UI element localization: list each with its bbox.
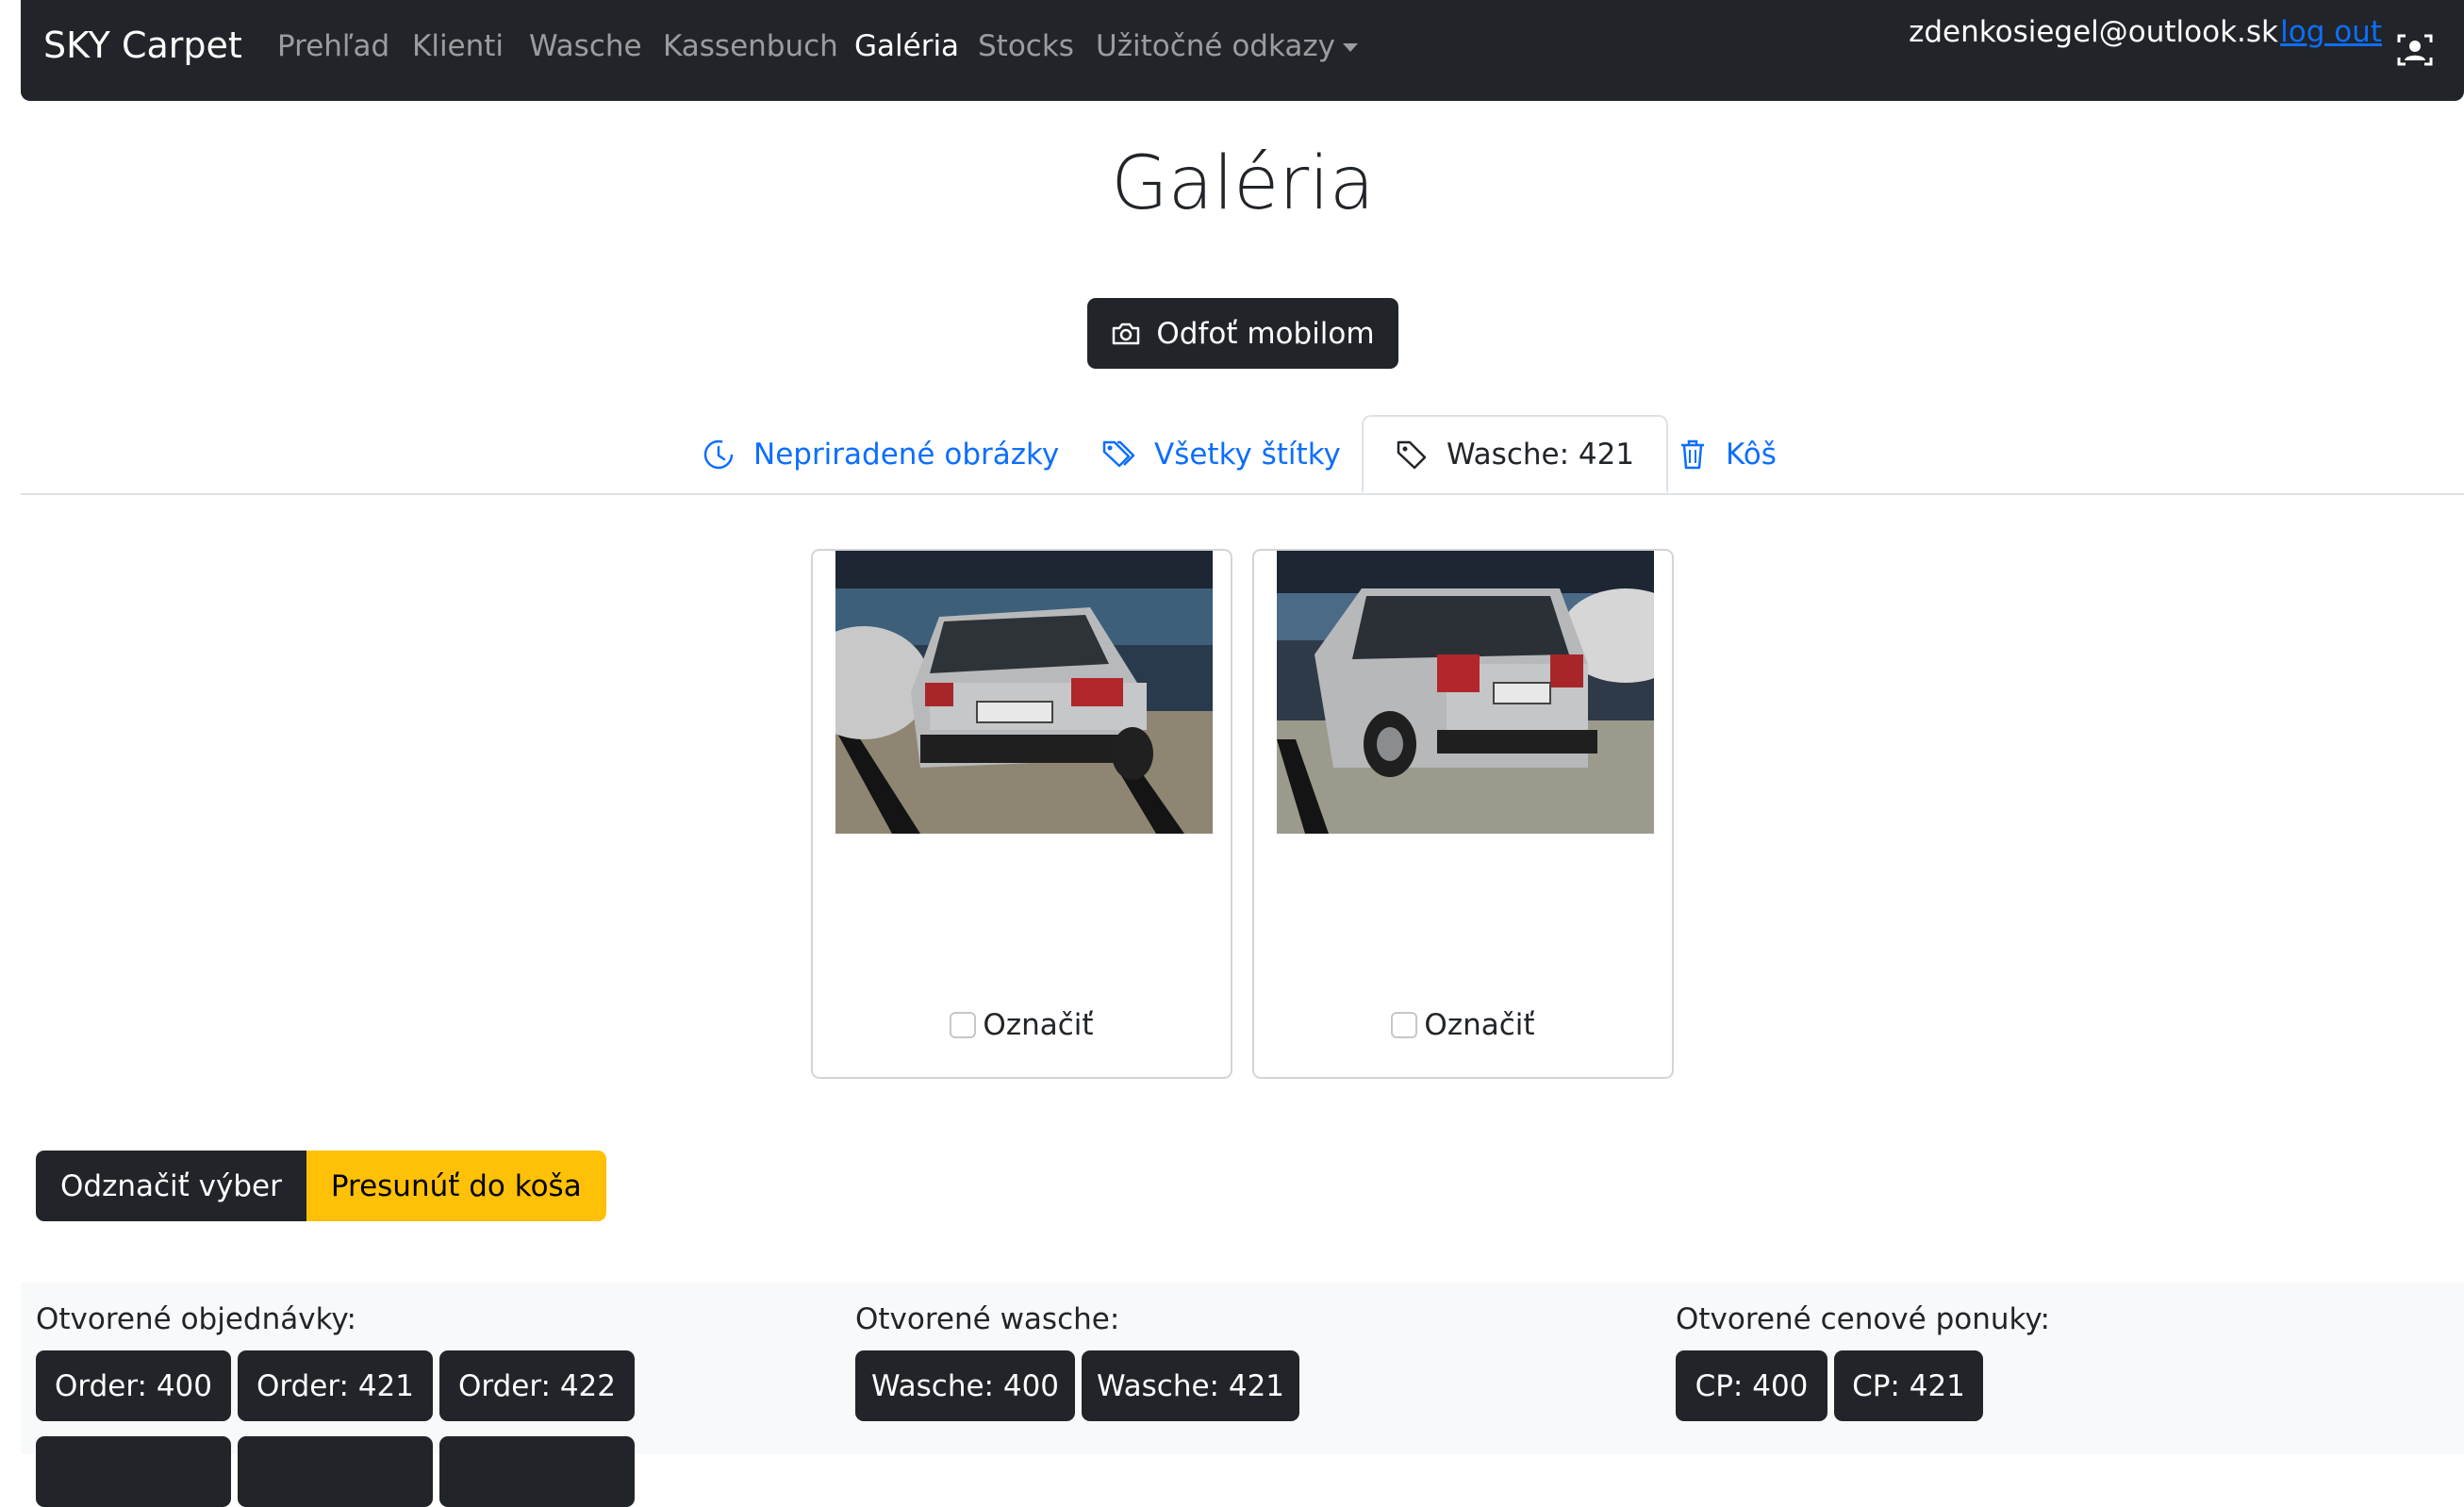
nav-link-klienti[interactable]: Klienti xyxy=(412,29,504,63)
trash-icon xyxy=(1681,439,1704,469)
open-wasche-label: Otvorené wasche: xyxy=(855,1302,1120,1336)
open-quotes-label: Otvorené cenové ponuky: xyxy=(1676,1302,2050,1336)
order-400-button[interactable]: Order: 400 xyxy=(36,1350,231,1421)
gallery-photo[interactable] xyxy=(1277,551,1654,834)
select-photo-label: Označiť xyxy=(983,1008,1094,1042)
select-photo-checkbox[interactable] xyxy=(1391,1012,1418,1038)
select-photo-row[interactable]: Označiť xyxy=(1254,1008,1672,1042)
order-button-partial[interactable] xyxy=(238,1436,433,1507)
user-badge-icon[interactable] xyxy=(2396,31,2434,69)
tag-icon xyxy=(1397,440,1427,469)
tab-label: Všetky štítky xyxy=(1154,437,1341,472)
quote-400-button[interactable]: CP: 400 xyxy=(1676,1350,1827,1421)
take-photo-button[interactable]: Odfoť mobilom xyxy=(1087,298,1398,369)
tab-label: Nepriradené obrázky xyxy=(753,437,1060,472)
brand-logo-text[interactable]: SKY Carpet xyxy=(43,25,242,66)
order-422-button[interactable]: Order: 422 xyxy=(439,1350,635,1421)
tab-trash[interactable]: Kôš xyxy=(1678,415,1777,493)
order-button-partial[interactable] xyxy=(439,1436,635,1507)
nav-link-galeria[interactable]: Galéria xyxy=(854,29,959,63)
gallery-tabs: Nepriradené obrázky Všetky štítky Wasche… xyxy=(21,415,2464,495)
order-button-partial[interactable] xyxy=(36,1436,231,1507)
nav-link-stocks[interactable]: Stocks xyxy=(978,29,1074,63)
nav-link-wasche[interactable]: Wasche xyxy=(529,29,642,63)
tab-all-tags[interactable]: Všetky štítky xyxy=(1101,415,1341,493)
tab-label: Kôš xyxy=(1726,437,1777,472)
car-photo-image xyxy=(835,551,1213,834)
order-421-button[interactable]: Order: 421 xyxy=(238,1350,433,1421)
tab-unassigned-images[interactable]: Nepriradené obrázky xyxy=(703,415,1059,493)
bulk-action-group: Odznačiť výber Presunúť do koša xyxy=(36,1151,606,1221)
logout-link[interactable]: log out xyxy=(2280,15,2382,49)
clock-icon xyxy=(703,439,734,469)
nav-dropdown-odkazy[interactable]: Užitočné odkazy xyxy=(1096,29,1358,63)
move-to-trash-button[interactable]: Presunúť do koša xyxy=(306,1151,606,1221)
nav-link-prehlad[interactable]: Prehľad xyxy=(277,29,389,63)
tags-icon xyxy=(1102,440,1135,467)
page-title: Galéria xyxy=(1111,141,1375,226)
tab-wasche-421[interactable]: Wasche: 421 xyxy=(1362,415,1669,493)
deselect-button[interactable]: Odznačiť výber xyxy=(36,1151,306,1221)
car-photo-image xyxy=(1277,551,1654,834)
gallery-card: Označiť xyxy=(1252,549,1674,1079)
caret-down-icon xyxy=(1342,43,1358,52)
select-photo-checkbox[interactable] xyxy=(950,1012,977,1038)
take-photo-label: Odfoť mobilom xyxy=(1156,316,1375,351)
select-photo-label: Označiť xyxy=(1424,1008,1535,1042)
wasche-400-button[interactable]: Wasche: 400 xyxy=(855,1350,1075,1421)
nav-link-kassenbuch[interactable]: Kassenbuch xyxy=(663,29,838,63)
nav-dropdown-label: Užitočné odkazy xyxy=(1096,29,1335,63)
select-photo-row[interactable]: Označiť xyxy=(813,1008,1231,1042)
wasche-421-button[interactable]: Wasche: 421 xyxy=(1082,1350,1299,1421)
top-navbar: SKY Carpet Prehľad Klienti Wasche Kassen… xyxy=(21,0,2464,101)
user-email: zdenkosiegel@outlook.sk xyxy=(1909,15,2278,49)
camera-icon xyxy=(1113,323,1140,344)
quote-421-button[interactable]: CP: 421 xyxy=(1834,1350,1983,1421)
gallery-photo[interactable] xyxy=(835,551,1213,834)
tab-label: Wasche: 421 xyxy=(1447,437,1635,472)
open-orders-label: Otvorené objednávky: xyxy=(36,1302,356,1336)
gallery-card: Označiť xyxy=(811,549,1232,1079)
